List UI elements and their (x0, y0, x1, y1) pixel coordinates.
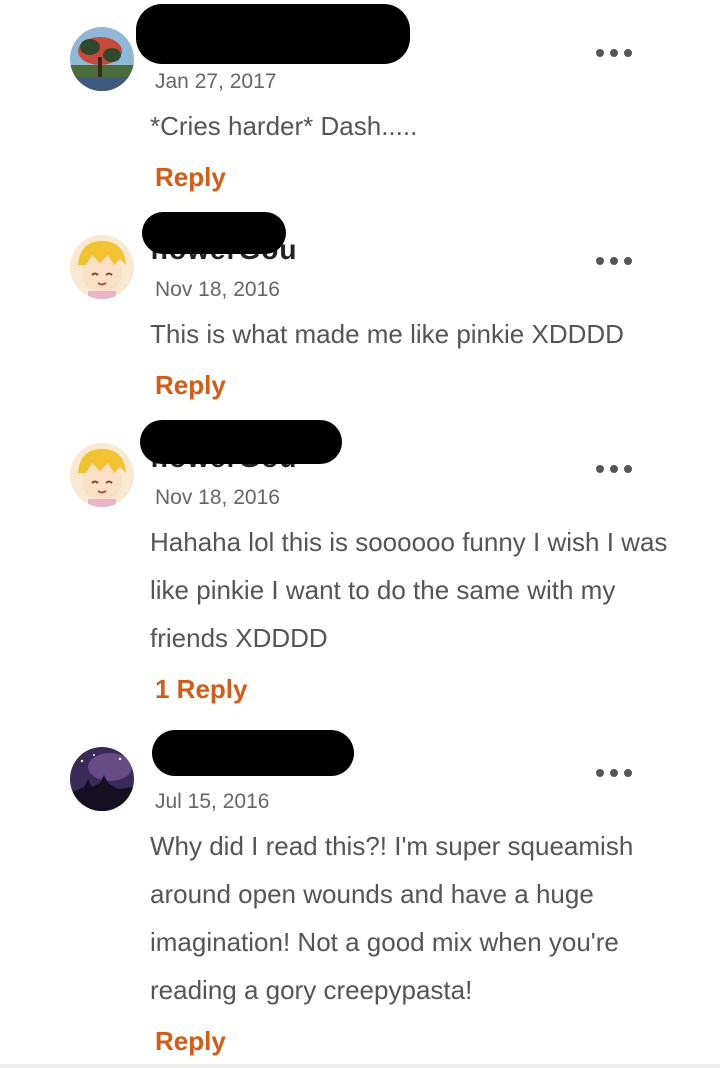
comment-date: Jul 15, 2016 (155, 790, 270, 813)
comment: Jul 15, 2016 Why did I read this?! I'm s… (0, 0, 720, 1064)
redaction-mark (152, 730, 354, 776)
avatar[interactable] (70, 747, 134, 811)
divider (0, 1064, 720, 1068)
more-options-icon[interactable] (596, 767, 632, 779)
reply-button[interactable]: Reply (155, 1026, 226, 1057)
night-sky-avatar-icon (70, 747, 134, 811)
comment-text: Why did I read this?! I'm super squeamis… (150, 831, 634, 1005)
